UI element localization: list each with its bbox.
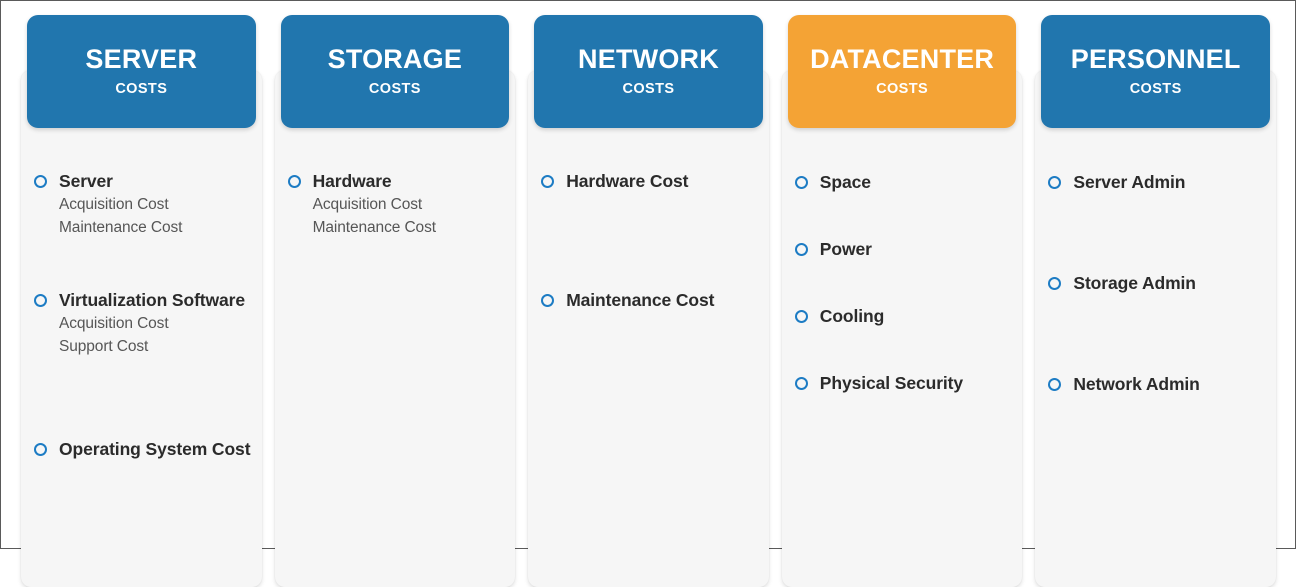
cost-subitem-label: Acquisition Cost xyxy=(59,196,169,214)
cost-item: Physical Security xyxy=(782,372,1023,394)
circle-bullet-icon xyxy=(794,377,808,390)
cost-card: STORAGE COSTS Hardware Acquisition Cost Main… xyxy=(274,15,516,587)
circle-bullet-icon xyxy=(541,294,555,307)
card-subtitle: COSTS xyxy=(115,81,168,98)
cost-item-label: Hardware xyxy=(312,171,392,191)
cost-item-label: Storage Admin xyxy=(1073,273,1196,293)
circle-bullet-icon xyxy=(794,243,808,256)
circle-bullet-icon xyxy=(1048,378,1062,391)
circle-bullet-icon xyxy=(1048,176,1062,189)
card-header: STORAGE COSTS xyxy=(280,15,510,128)
cost-subitem-label: Acquisition Cost xyxy=(59,315,169,333)
circle-bullet-icon xyxy=(1048,277,1062,290)
cost-item-label: Hardware Cost xyxy=(566,171,689,191)
circle-bullet-icon xyxy=(34,175,47,188)
card-header: NETWORK COSTS xyxy=(534,15,763,128)
cost-subitem-label: Maintenance Cost xyxy=(312,218,436,236)
cost-item-label: Power xyxy=(819,239,872,259)
cost-item: Maintenance Cost xyxy=(528,289,769,311)
cost-subitem-list: Acquisition Cost Maintenance Cost xyxy=(59,194,254,239)
cost-item-label: Server xyxy=(59,171,113,191)
cost-category-card-row: SERVER COSTS Server Acquisition Cost Mainten… xyxy=(21,15,1276,587)
cost-item-label: Operating System Cost xyxy=(59,439,251,459)
card-subtitle: COSTS xyxy=(368,81,421,98)
cost-subitem-label: Acquisition Cost xyxy=(312,196,423,214)
cost-item-label: Physical Security xyxy=(819,373,964,393)
card-title: NETWORK xyxy=(578,44,719,75)
cost-card: SERVER COSTS Server Acquisition Cost Mainten… xyxy=(21,15,262,587)
cost-subitem-list: Acquisition Cost Support Cost xyxy=(59,313,254,358)
card-header: DATACENTER COSTS xyxy=(787,15,1017,128)
cost-item: Cooling xyxy=(782,305,1023,327)
cost-item-label: Space xyxy=(819,172,871,192)
circle-bullet-icon xyxy=(34,443,47,456)
cost-card: DATACENTER COSTS Space Power Cooling Physical… xyxy=(781,15,1023,587)
card-title: STORAGE xyxy=(327,44,463,75)
cost-item: Space xyxy=(782,171,1023,193)
card-body: Hardware Cost Maintenance Cost xyxy=(528,70,769,587)
cost-item-label: Network Admin xyxy=(1073,374,1200,394)
cost-item: Storage Admin xyxy=(1035,272,1276,294)
card-header: PERSONNEL COSTS xyxy=(1041,15,1270,128)
cost-subitem-label: Support Cost xyxy=(59,337,149,355)
card-body: Server Admin Storage Admin Network Admin xyxy=(1035,70,1276,587)
cost-card: NETWORK COSTS Hardware Cost Maintenance Cos… xyxy=(528,15,769,587)
circle-bullet-icon xyxy=(794,176,808,189)
cost-item-label: Virtualization Software xyxy=(59,290,246,310)
card-subtitle: COSTS xyxy=(1129,81,1182,98)
card-title: PERSONNEL xyxy=(1070,44,1241,75)
cost-item-label: Server Admin xyxy=(1073,172,1186,192)
card-subtitle: COSTS xyxy=(876,81,929,98)
card-title: SERVER xyxy=(85,44,198,75)
cost-subitem-list: Acquisition Cost Maintenance Cost xyxy=(313,194,508,239)
cost-item: Power xyxy=(782,238,1023,260)
cost-item: Virtualization Software Acquisition Cost S… xyxy=(21,289,262,358)
diagram-frame: SERVER COSTS Server Acquisition Cost Mainten… xyxy=(0,0,1296,587)
cost-subitem-label: Maintenance Cost xyxy=(59,218,183,236)
cost-item-label: Maintenance Cost xyxy=(566,290,715,310)
cost-item: Hardware Cost xyxy=(528,170,769,192)
cost-item: Server Acquisition Cost Maintenance Cost xyxy=(21,170,262,239)
cost-item: Network Admin xyxy=(1035,373,1276,395)
card-title: DATACENTER xyxy=(810,44,995,75)
cost-item-label: Cooling xyxy=(819,306,885,326)
circle-bullet-icon xyxy=(541,175,555,188)
card-body: Space Power Cooling Physical Security xyxy=(781,70,1023,587)
circle-bullet-icon xyxy=(287,175,301,188)
circle-bullet-icon xyxy=(34,294,47,307)
cost-item: Hardware Acquisition Cost Maintenance Cost xyxy=(275,170,516,239)
cost-card: PERSONNEL COSTS Server Admin Storage Admin N… xyxy=(1035,15,1276,587)
card-body: Hardware Acquisition Cost Maintenance Cost xyxy=(274,70,516,587)
circle-bullet-icon xyxy=(794,310,808,323)
card-subtitle: COSTS xyxy=(622,81,675,98)
cost-item: Server Admin xyxy=(1035,171,1276,193)
card-header: SERVER COSTS xyxy=(27,15,256,128)
cost-item: Operating System Cost xyxy=(21,438,262,460)
card-body: Server Acquisition Cost Maintenance Cost Vi… xyxy=(21,70,262,587)
